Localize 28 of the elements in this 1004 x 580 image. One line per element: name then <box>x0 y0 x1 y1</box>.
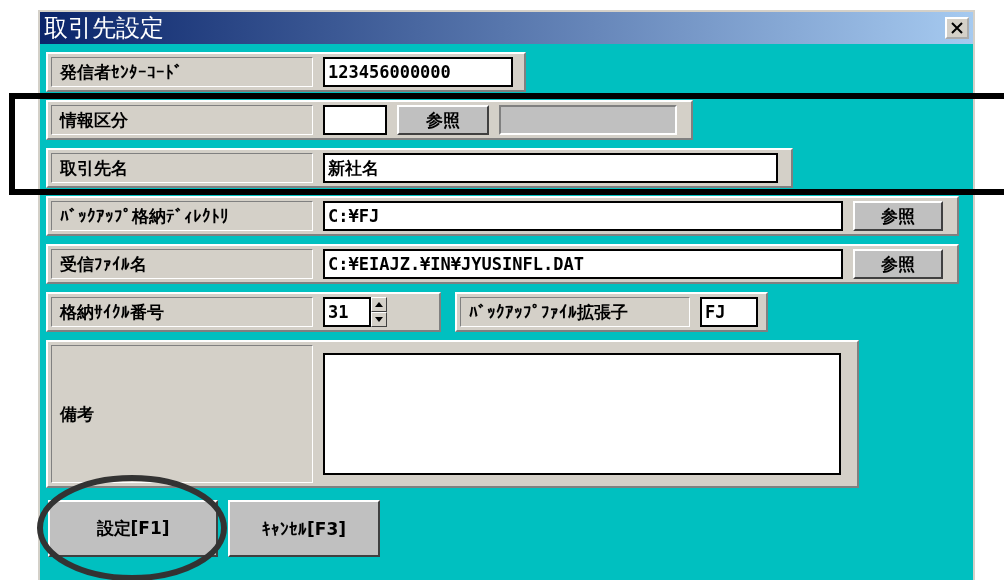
browse-button[interactable]: 参照 <box>397 105 489 135</box>
field-label: 取引先名 <box>51 153 313 183</box>
spin-down-button[interactable] <box>371 312 387 327</box>
text-field[interactable]: FJ <box>700 297 758 327</box>
close-button[interactable] <box>945 17 969 39</box>
text-field[interactable] <box>323 105 387 135</box>
close-icon <box>951 22 963 34</box>
field-label: 格納ｻｲｸﾙ番号 <box>51 297 313 327</box>
number-field[interactable]: 31 <box>323 297 371 327</box>
text-field[interactable]: 新社名 <box>323 153 778 183</box>
browse-button[interactable]: 参照 <box>853 201 943 231</box>
text-field[interactable]: 123456000000 <box>323 57 513 87</box>
dialog-button[interactable]: 設定[F1] <box>48 500 218 557</box>
text-field[interactable]: C:¥FJ <box>323 201 843 231</box>
dialog-button[interactable]: ｷｬﾝｾﾙ[F3] <box>228 500 380 557</box>
down-arrow-icon <box>375 317 383 322</box>
field-label: 受信ﾌｧｲﾙ名 <box>51 249 313 279</box>
window-title: 取引先設定 <box>44 13 164 44</box>
field-label: 発信者ｾﾝﾀｰｺｰﾄﾞ <box>51 57 313 87</box>
field-label: ﾊﾞｯｸｱｯﾌﾟﾌｧｲﾙ拡張子 <box>460 297 690 327</box>
field-label: ﾊﾞｯｸｱｯﾌﾟ格納ﾃﾞｨﾚｸﾄﾘ <box>51 201 313 231</box>
browse-button[interactable]: 参照 <box>853 249 943 279</box>
field-label: 備考 <box>51 345 313 483</box>
text-field[interactable]: C:¥EIAJZ.¥IN¥JYUSINFL.DAT <box>323 249 843 279</box>
up-arrow-icon <box>375 302 383 307</box>
memo-field[interactable] <box>323 353 841 475</box>
spin-up-button[interactable] <box>371 297 387 312</box>
field-label: 情報区分 <box>51 105 313 135</box>
